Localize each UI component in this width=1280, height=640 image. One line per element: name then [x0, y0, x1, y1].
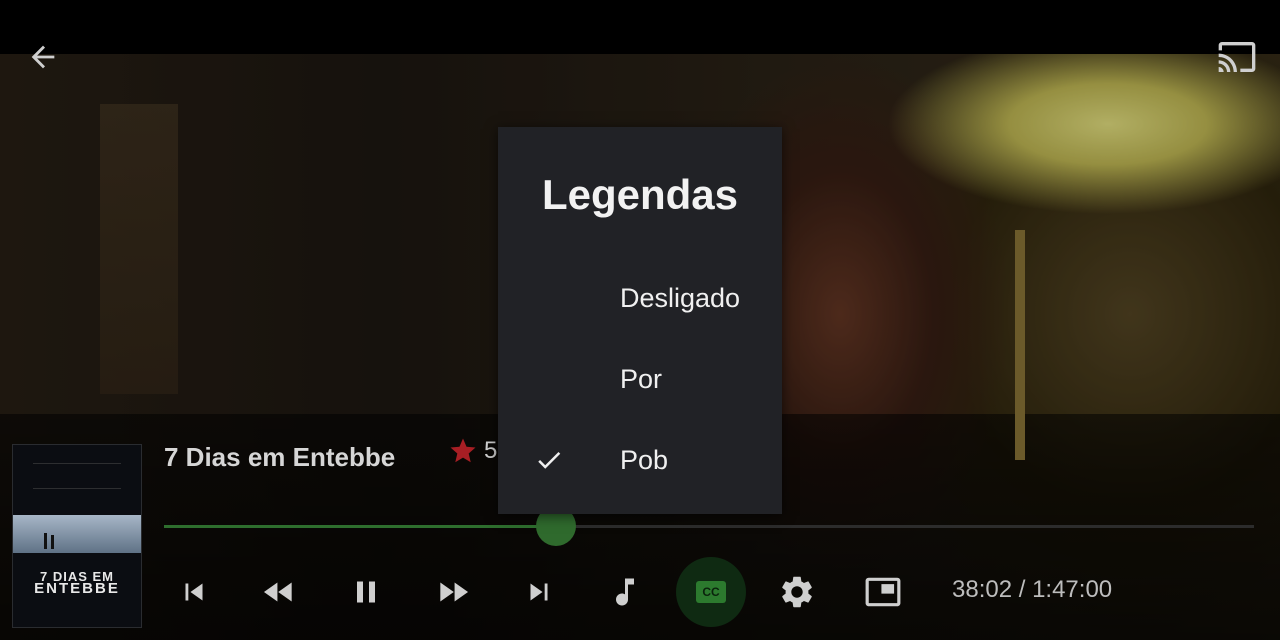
seek-bar-progress [164, 525, 557, 528]
pause-button[interactable] [344, 570, 388, 614]
cast-icon [1218, 42, 1256, 72]
settings-button[interactable] [775, 570, 819, 614]
subtitles-dialog: Legendas Desligado Por Pob [498, 127, 782, 514]
subtitle-option-label: Pob [620, 445, 669, 475]
music-note-icon [616, 578, 634, 606]
video-scene-detail [1015, 230, 1025, 460]
picture-in-picture-icon [865, 577, 901, 607]
dialog-title: Legendas [541, 171, 739, 218]
poster-tagline-area [33, 463, 121, 489]
skip-next-icon [530, 583, 548, 601]
subtitle-option-label: Por [620, 364, 663, 394]
rating: 5. [448, 436, 504, 466]
back-button[interactable] [22, 36, 64, 78]
check-icon [538, 451, 561, 469]
seek-bar[interactable] [164, 506, 1254, 546]
subtitle-option-por[interactable]: Por [498, 350, 782, 410]
skip-previous-icon [185, 583, 203, 601]
fast-forward-icon [440, 582, 469, 602]
poster-title-line2: ENTEBBE [34, 580, 120, 597]
subtitle-option-pob[interactable]: Pob [498, 431, 782, 491]
skip-previous-button[interactable] [172, 570, 216, 614]
poster-sky [13, 515, 141, 553]
star-icon [450, 438, 476, 463]
skip-next-button[interactable] [517, 570, 561, 614]
cast-button[interactable] [1214, 36, 1260, 78]
movie-title: 7 Dias em Entebbe [164, 442, 396, 472]
subtitle-option-desligado[interactable]: Desligado [498, 269, 782, 329]
playback-time: 38:02 / 1:47:00 [952, 576, 1113, 603]
status-bar [0, 0, 1280, 54]
gear-icon [782, 576, 812, 608]
fast-forward-button[interactable] [431, 570, 475, 614]
arrow-left-icon [31, 45, 55, 69]
subtitle-option-label: Desligado [620, 283, 741, 313]
rewind-icon [263, 582, 292, 602]
captions-button[interactable]: CC [676, 557, 746, 627]
pause-icon [357, 581, 375, 603]
rewind-button[interactable] [257, 570, 301, 614]
poster-title: 7 DIAS EM ENTEBBE [13, 570, 141, 597]
picture-in-picture-button[interactable] [861, 570, 905, 614]
poster-figures [44, 533, 54, 549]
closed-captions-icon: CC [696, 581, 726, 603]
audio-track-button[interactable] [603, 570, 647, 614]
movie-poster: 7 DIAS EM ENTEBBE [12, 444, 142, 628]
